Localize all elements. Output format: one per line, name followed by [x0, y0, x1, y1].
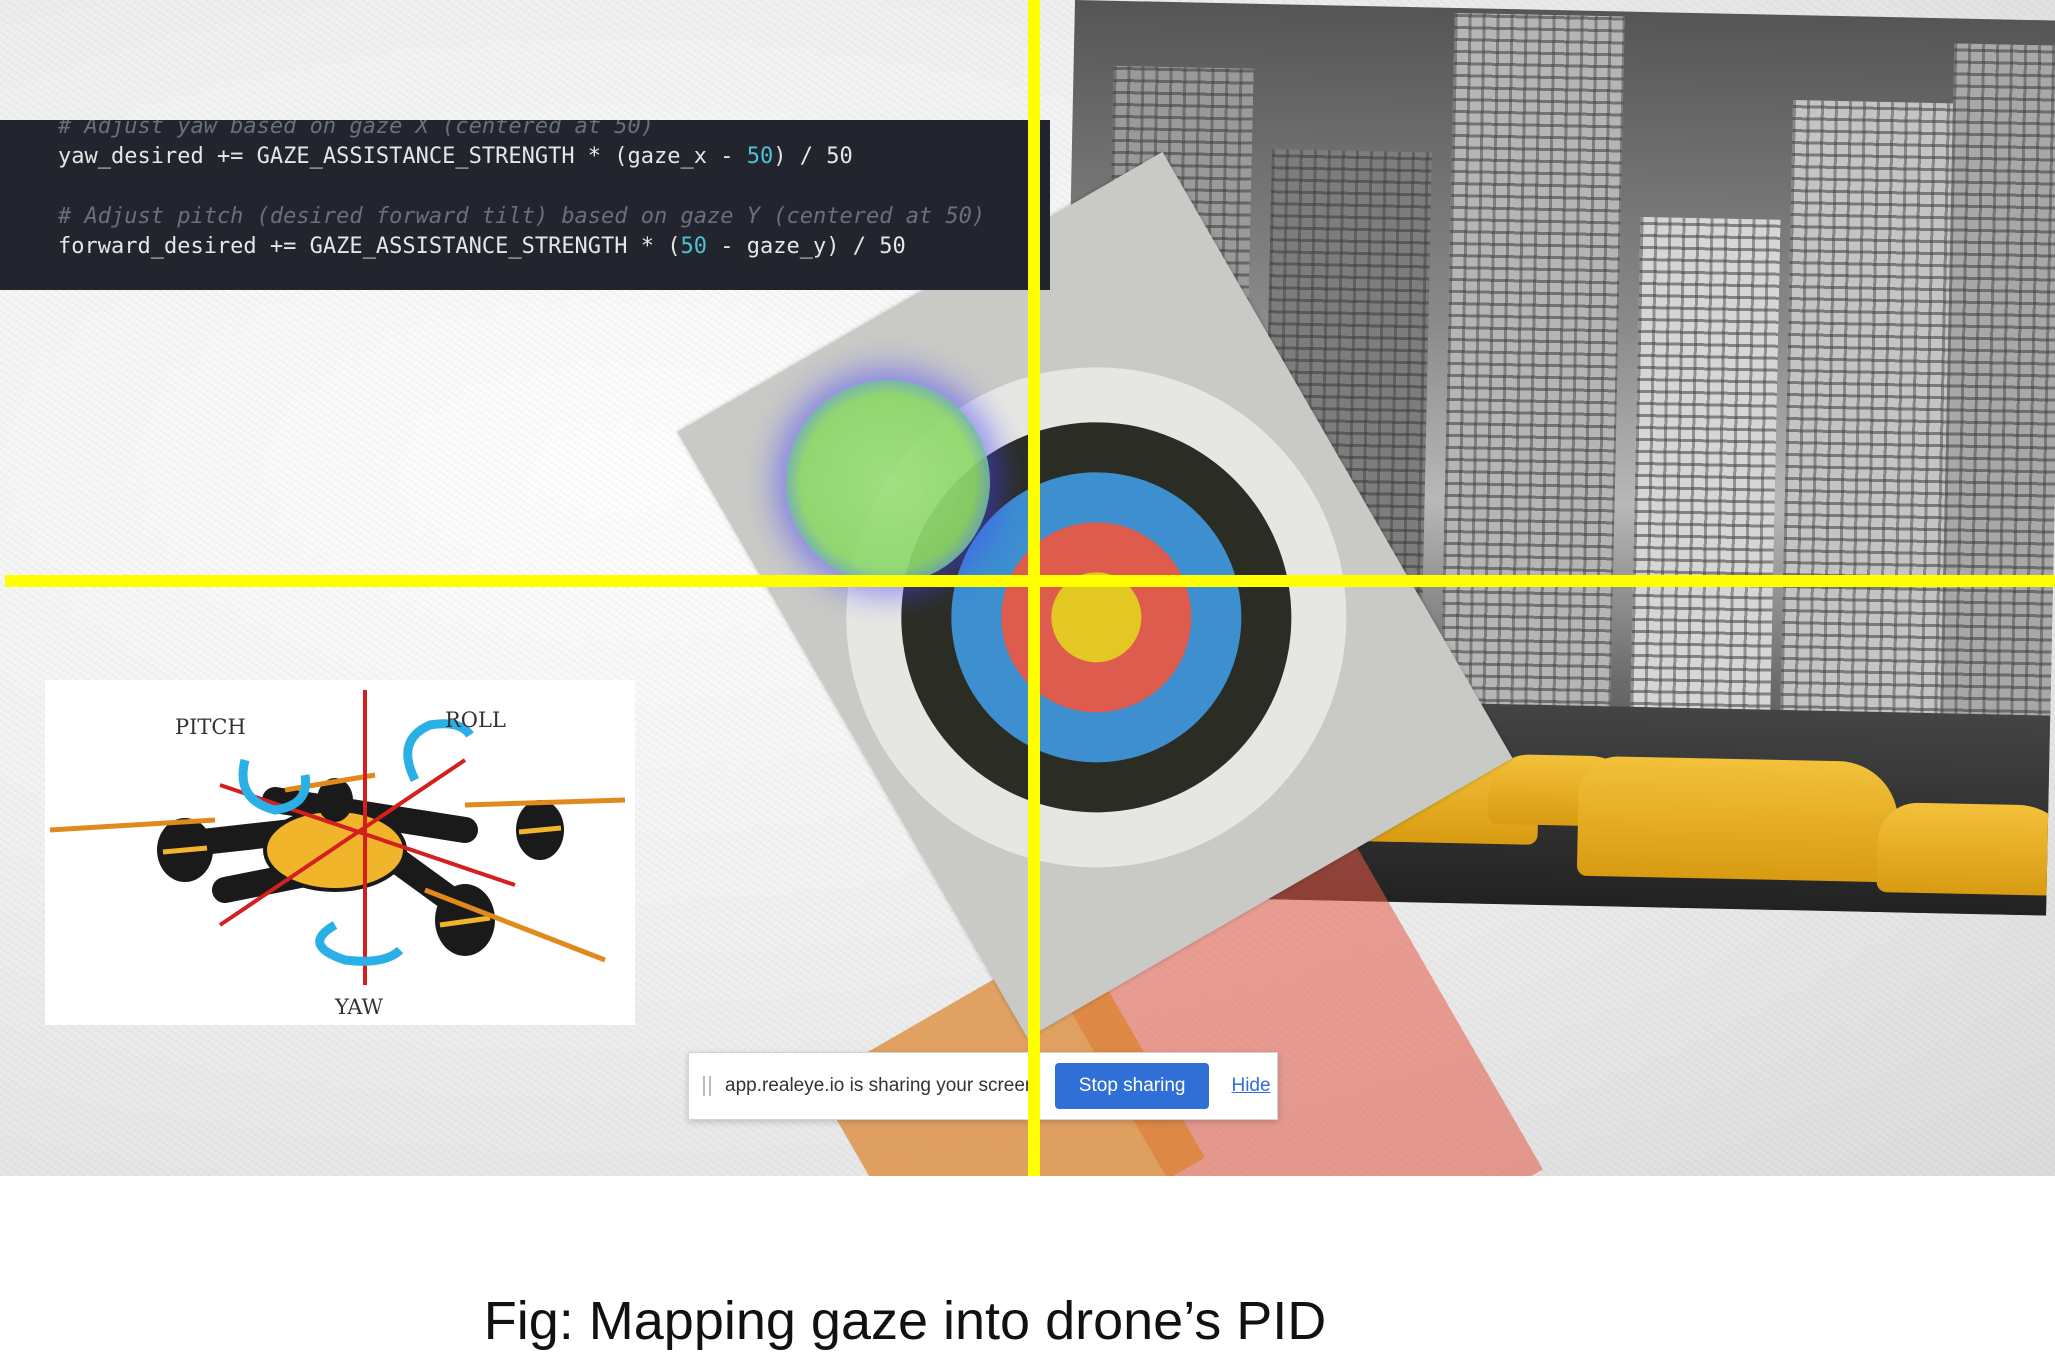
hide-link[interactable]: Hide [1231, 1075, 1270, 1097]
figure-caption: Fig: Mapping gaze into drone’s PID [483, 1291, 1327, 1351]
pitch-label: PITCH [175, 715, 246, 739]
code-line-pitch: forward_desired += GAZE_ASSISTANCE_STREN… [58, 234, 906, 259]
gaze-marker [786, 380, 990, 584]
drone-axes-diagram: PITCH ROLL YAW [45, 680, 635, 1025]
crosshair-horizontal-line [5, 575, 2055, 587]
drone-illustration [49, 690, 626, 985]
sharing-message: app.realeye.io is sharing your screen. [725, 1075, 1041, 1096]
drag-handle-icon[interactable] [703, 1076, 711, 1096]
code-number: 50 [680, 234, 708, 259]
crosshair-vertical-line [1028, 0, 1040, 1176]
code-line-yaw: yaw_desired += GAZE_ASSISTANCE_STRENGTH … [58, 144, 853, 169]
code-text: forward_desired += GAZE_ASSISTANCE_STREN… [58, 234, 681, 259]
code-text: ) / 50 [773, 144, 853, 169]
stop-sharing-button[interactable]: Stop sharing [1054, 1063, 1210, 1109]
code-text: yaw_desired += GAZE_ASSISTANCE_STRENGTH … [58, 144, 747, 169]
code-comment-pitch: # Adjust pitch (desired forward tilt) ba… [58, 204, 986, 229]
screen-share-stage: # Adjust yaw based on gaze X (centered a… [0, 0, 2055, 1176]
roll-label: ROLL [445, 708, 506, 732]
code-comment-yaw: # Adjust yaw based on gaze X (centered a… [58, 120, 655, 139]
code-panel: # Adjust yaw based on gaze X (centered a… [0, 120, 1050, 290]
code-number: 50 [746, 144, 774, 169]
yaw-label: YAW [335, 995, 384, 1019]
screen-sharing-bar: app.realeye.io is sharing your screen. S… [688, 1052, 1278, 1120]
code-text: - gaze_y) / 50 [707, 234, 906, 259]
